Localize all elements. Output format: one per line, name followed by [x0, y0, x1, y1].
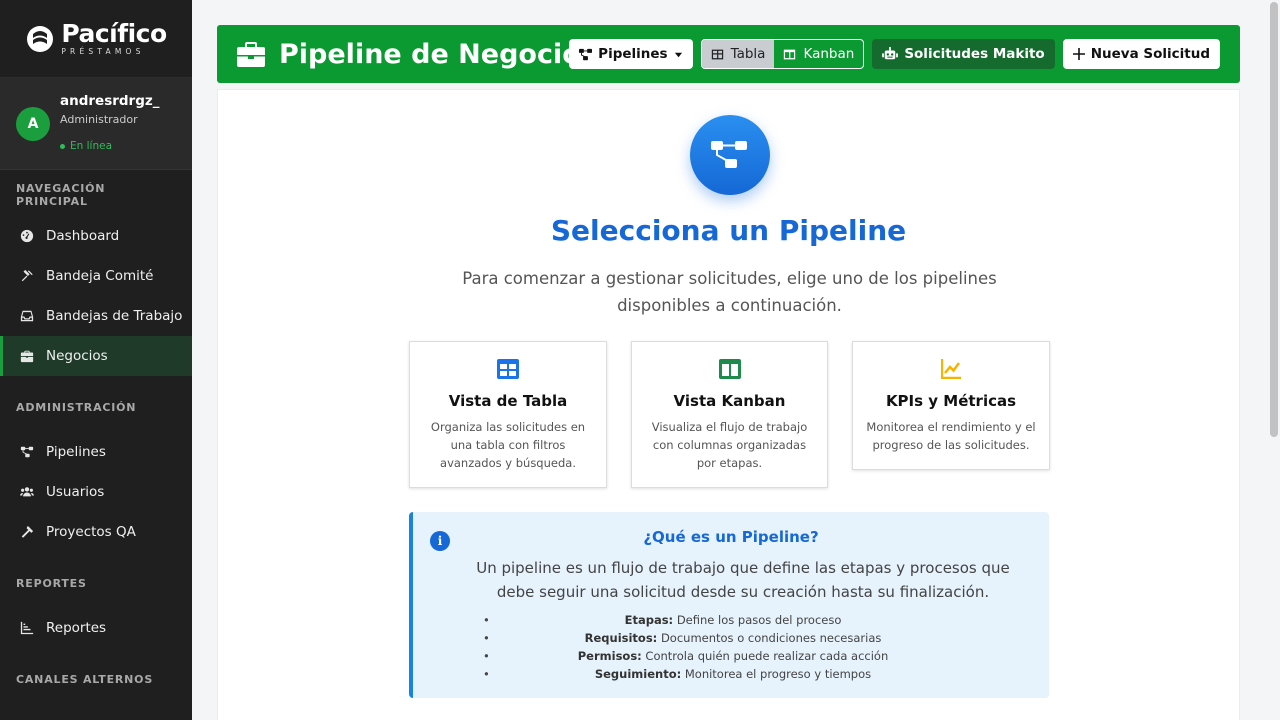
feature-card-table[interactable]: Vista de Tabla Organiza las solicitudes …	[409, 341, 607, 488]
brand-subtitle: PRÉSTAMOS	[61, 47, 145, 57]
briefcase-icon	[20, 349, 34, 363]
view-toggle: Tabla Kanban	[700, 39, 865, 69]
main-subtitle: Para comenzar a gestionar solicitudes, e…	[462, 269, 997, 315]
brand-name: Pacífico	[61, 19, 167, 49]
feature-card-desc: Organiza las solicitudes en una tabla co…	[430, 420, 586, 470]
main-title: Selecciona un Pipeline	[550, 214, 907, 247]
sitemap-icon	[579, 48, 593, 60]
sitemap-icon	[20, 445, 34, 459]
sidebar-item-label: Reportes	[46, 620, 107, 636]
view-table-label: Tabla	[730, 46, 766, 62]
columns-icon	[718, 359, 741, 379]
pipelines-dropdown[interactable]: Pipelines	[569, 39, 693, 69]
makito-requests-label: Solicitudes Makito	[904, 46, 1045, 62]
view-table-button[interactable]: Tabla	[701, 40, 775, 68]
feature-card-title: Vista Kanban	[673, 392, 786, 410]
sidebar-item-reportes[interactable]: Reportes	[0, 608, 192, 648]
sidebar-item-label: Proyectos QA	[46, 524, 136, 540]
user-name: andresrdrgz_	[60, 93, 160, 109]
user-role: Administrador	[60, 113, 138, 126]
view-kanban-button[interactable]: Kanban	[774, 40, 863, 68]
sidebar-item-label: Pipelines	[46, 444, 106, 460]
info-list: Etapas: Define los pasos del proceso Req…	[483, 611, 983, 683]
feature-card-desc: Visualiza el flujo de trabajo con column…	[651, 420, 808, 470]
gauge-icon	[20, 229, 34, 243]
pipelines-dropdown-label: Pipelines	[598, 46, 668, 62]
list-item-term: Seguimiento:	[594, 667, 682, 681]
list-item: Seguimiento: Monitorea el progreso y tie…	[483, 665, 983, 683]
feature-card-title: KPIs y Métricas	[885, 392, 1017, 410]
users-icon	[20, 485, 34, 499]
avatar: A	[16, 107, 50, 141]
page-header: Pipeline de Negocio Pipelines Tabla Kanb…	[217, 25, 1240, 83]
section-title-reportes: REPORTES	[16, 576, 87, 590]
sidebar-item-label: Usuarios	[46, 484, 105, 500]
list-item-term: Permisos:	[577, 649, 642, 663]
sidebar-item-negocios[interactable]: Negocios	[0, 336, 192, 376]
page-title-text: Pipeline de Negocio	[279, 38, 581, 70]
list-item: Permisos: Controla quién puede realizar …	[483, 647, 983, 665]
makito-requests-button[interactable]: Solicitudes Makito	[872, 39, 1055, 69]
feature-card-desc: Monitorea el rendimiento y el progreso d…	[866, 420, 1036, 452]
sidebar-item-bandeja-comite[interactable]: Bandeja Comité	[0, 256, 192, 296]
gavel-icon	[20, 269, 34, 283]
inbox-icon	[20, 309, 34, 323]
info-title: ¿Qué es un Pipeline?	[643, 528, 819, 546]
table-icon	[711, 49, 723, 59]
list-item-text: Define los pasos del proceso	[676, 613, 842, 627]
feature-card-kanban[interactable]: Vista Kanban Visualiza el flujo de traba…	[631, 341, 828, 488]
sidebar-item-label: Dashboard	[46, 228, 120, 244]
list-item: Etapas: Define los pasos del proceso	[483, 611, 983, 629]
chart-list-icon	[20, 621, 34, 635]
new-request-button[interactable]: Nueva Solicitud	[1062, 39, 1220, 69]
pipeline-hero-icon	[690, 115, 770, 195]
list-item-text: Controla quién puede realizar cada acció…	[645, 649, 889, 663]
new-request-label: Nueva Solicitud	[1090, 46, 1210, 62]
page-title: Pipeline de Negocio	[237, 39, 581, 70]
online-dot-icon	[60, 143, 65, 149]
sidebar-item-usuarios[interactable]: Usuarios	[0, 472, 192, 512]
main-panel: Selecciona un Pipeline Para comenzar a g…	[217, 89, 1240, 720]
user-profile[interactable]: A andresrdrgz_ Administrador En línea	[0, 78, 192, 170]
info-description: Un pipeline es un flujo de trabajo que d…	[476, 559, 1010, 601]
sidebar-item-label: Bandeja Comité	[46, 268, 154, 284]
logo-mark-icon	[27, 25, 54, 52]
pipeline-info-callout: i ¿Qué es un Pipeline? Un pipeline es un…	[409, 512, 1049, 698]
sitemap-icon	[711, 141, 747, 168]
briefcase-icon	[237, 42, 265, 67]
list-item-term: Etapas:	[624, 613, 674, 627]
sidebar-item-bandejas-trabajo[interactable]: Bandejas de Trabajo	[0, 296, 192, 336]
feature-card-kpis[interactable]: KPIs y Métricas Monitorea el rendimiento…	[852, 341, 1050, 470]
user-status-label: En línea	[70, 140, 113, 152]
section-title-canales: CANALES ALTERNOS	[16, 672, 154, 686]
section-title-admin: ADMINISTRACIÓN	[16, 400, 137, 414]
sidebar-item-proyectos-qa[interactable]: Proyectos QA	[0, 512, 192, 552]
list-item-term: Requisitos:	[584, 631, 658, 645]
robot-icon	[882, 47, 899, 60]
sidebar-item-label: Negocios	[46, 348, 108, 364]
columns-icon	[784, 49, 796, 59]
caret-down-icon	[674, 52, 682, 57]
hammer-icon	[20, 525, 34, 539]
view-kanban-label: Kanban	[803, 46, 855, 62]
sidebar: Pacífico PRÉSTAMOS A andresrdrgz_ Admini…	[0, 0, 192, 720]
section-title-main-nav: NAVEGACIÓN PRINCIPAL	[16, 182, 106, 208]
list-item-text: Documentos o condiciones necesarias	[660, 631, 882, 645]
sidebar-item-pipelines[interactable]: Pipelines	[0, 432, 192, 472]
line-chart-icon	[941, 359, 961, 379]
user-status: En línea	[60, 140, 159, 152]
header-actions: Pipelines Tabla Kanban Solicitudes Makit…	[569, 39, 1220, 69]
table-icon	[497, 359, 519, 379]
brand-logo[interactable]: Pacífico PRÉSTAMOS	[0, 0, 192, 78]
sidebar-item-label: Bandejas de Trabajo	[46, 308, 183, 324]
page-scrollbar[interactable]	[1270, 2, 1278, 437]
sidebar-item-dashboard[interactable]: Dashboard	[0, 216, 192, 256]
list-item-text: Monitorea el progreso y tiempos	[684, 667, 872, 681]
plus-icon	[1072, 48, 1085, 60]
list-item: Requisitos: Documentos o condiciones nec…	[483, 629, 983, 647]
feature-card-title: Vista de Tabla	[448, 392, 568, 410]
